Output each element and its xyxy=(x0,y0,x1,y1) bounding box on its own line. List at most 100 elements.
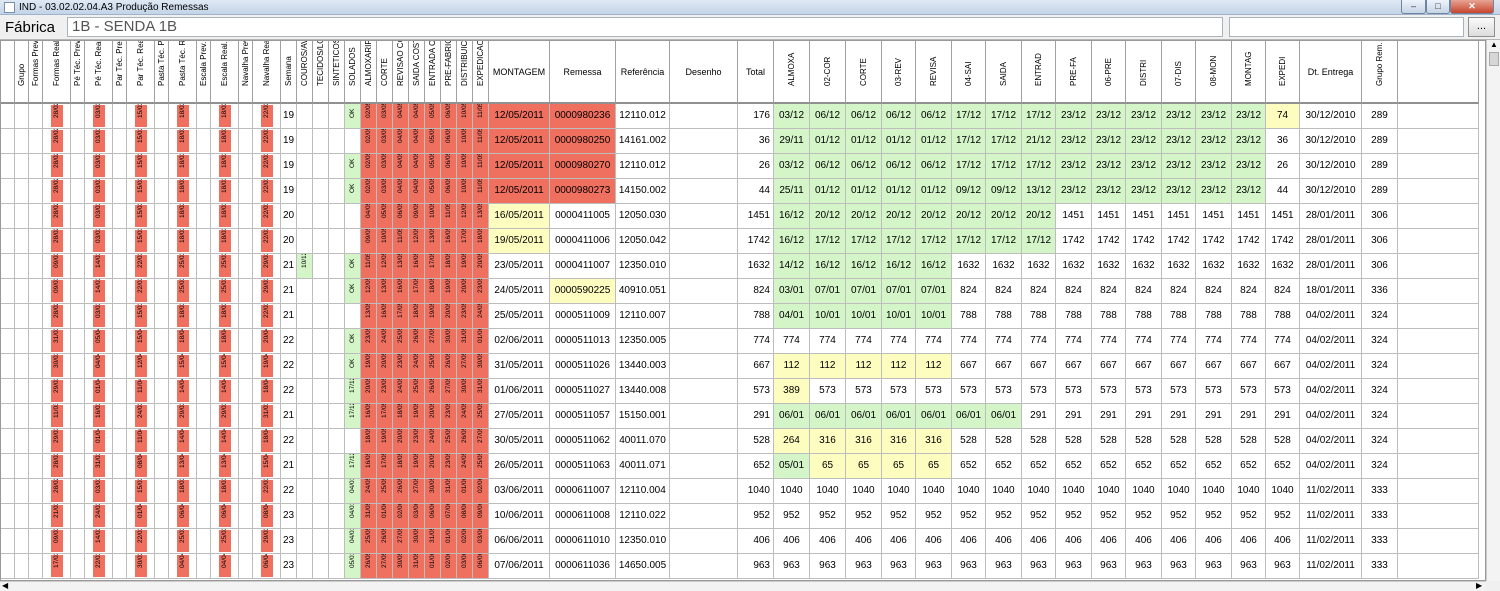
column-header[interactable]: EXPEDI xyxy=(1266,41,1300,104)
date-cell[interactable]: 03/05 xyxy=(377,154,393,179)
row-selector[interactable] xyxy=(1,554,15,579)
filler-cell[interactable] xyxy=(1398,454,1479,479)
stage-cell[interactable]: 23/12 xyxy=(1162,179,1196,204)
stage-cell[interactable]: 824 xyxy=(1022,279,1056,304)
date-cell[interactable]: 31/05 xyxy=(425,529,441,554)
prev-cell[interactable] xyxy=(113,529,127,554)
scroll-up-icon[interactable]: ▲ xyxy=(1490,40,1498,49)
date-cell[interactable]: 06/05 xyxy=(441,154,457,179)
date-cell[interactable] xyxy=(329,554,345,579)
row-selector[interactable] xyxy=(1,154,15,179)
stage-cell[interactable]: 14/12 xyxy=(774,254,810,279)
date-cell[interactable]: OK xyxy=(345,329,361,354)
stage-cell[interactable]: 23/12 xyxy=(1092,154,1126,179)
date-cell[interactable] xyxy=(297,304,313,329)
date-cell[interactable] xyxy=(329,479,345,504)
grupo-rem-cell[interactable]: 324 xyxy=(1362,304,1398,329)
real-cell[interactable]: 15/04 xyxy=(169,354,197,379)
montagem-cell[interactable]: 27/05/2011 xyxy=(489,404,550,429)
stage-cell[interactable]: 03/12 xyxy=(774,104,810,129)
stage-cell[interactable]: 25/11 xyxy=(774,179,810,204)
grupo-cell[interactable] xyxy=(15,479,29,504)
scroll-thumb[interactable] xyxy=(1489,52,1499,66)
stage-cell[interactable]: 17/12 xyxy=(882,229,916,254)
stage-cell[interactable]: 952 xyxy=(1232,504,1266,529)
date-cell[interactable]: 18/05 xyxy=(361,429,377,454)
date-cell[interactable]: 23/05 xyxy=(409,429,425,454)
stage-cell[interactable]: 01/12 xyxy=(916,129,952,154)
stage-cell[interactable]: 824 xyxy=(1056,279,1092,304)
grupo-cell[interactable] xyxy=(15,254,29,279)
stage-cell[interactable]: 528 xyxy=(1232,429,1266,454)
desenho-cell[interactable] xyxy=(670,229,738,254)
date-cell[interactable]: 17/05 xyxy=(393,304,409,329)
stage-cell[interactable]: 824 xyxy=(1196,279,1232,304)
stage-cell[interactable]: 06/12 xyxy=(810,104,846,129)
real-cell[interactable]: 15/03 xyxy=(127,179,155,204)
grupo-rem-cell[interactable]: 289 xyxy=(1362,154,1398,179)
grupo-rem-cell[interactable]: 324 xyxy=(1362,454,1398,479)
stage-cell[interactable]: 528 xyxy=(1162,429,1196,454)
stage-cell[interactable]: 316 xyxy=(846,429,882,454)
stage-cell[interactable]: 406 xyxy=(1162,529,1196,554)
prev-cell[interactable] xyxy=(113,229,127,254)
date-cell[interactable]: 16/05 xyxy=(361,454,377,479)
prev-cell[interactable] xyxy=(113,479,127,504)
table-row[interactable]: 28/02 03/03 15/03 18/03 18/03 22/03 22 04/01 24/… xyxy=(1,479,1479,504)
column-header[interactable]: DISTRI xyxy=(1126,41,1162,104)
prev-cell[interactable] xyxy=(29,429,43,454)
stage-cell[interactable]: 667 xyxy=(986,354,1022,379)
remessa-cell[interactable]: 0000411005 xyxy=(550,204,616,229)
table-row[interactable]: 11/03 16/03 24/03 29/03 29/03 31/03 21 17/12 16/… xyxy=(1,404,1479,429)
prev-cell[interactable] xyxy=(239,479,253,504)
date-cell[interactable]: 18/05 xyxy=(425,279,441,304)
real-cell[interactable]: 24/03 xyxy=(85,504,113,529)
stage-cell[interactable]: 20/12 xyxy=(916,204,952,229)
stage-cell[interactable]: 963 xyxy=(882,554,916,579)
prev-cell[interactable] xyxy=(71,529,85,554)
real-cell[interactable]: 03/03 xyxy=(85,129,113,154)
real-cell[interactable]: 28/02 xyxy=(43,129,71,154)
real-cell[interactable]: 15/03 xyxy=(127,104,155,129)
filler-cell[interactable] xyxy=(1398,554,1479,579)
prev-cell[interactable] xyxy=(71,129,85,154)
real-cell[interactable]: 22/03 xyxy=(127,529,155,554)
date-cell[interactable]: 12/05 xyxy=(409,229,425,254)
column-header[interactable]: Escala Real. xyxy=(211,41,239,104)
stage-cell[interactable]: 1451 xyxy=(1196,204,1232,229)
column-header[interactable]: 08-MON xyxy=(1196,41,1232,104)
date-cell[interactable] xyxy=(329,154,345,179)
real-cell[interactable]: 18/03 xyxy=(169,479,197,504)
prev-cell[interactable] xyxy=(239,304,253,329)
grupo-cell[interactable] xyxy=(15,554,29,579)
date-cell[interactable] xyxy=(313,354,329,379)
grupo-cell[interactable] xyxy=(15,304,29,329)
prev-cell[interactable] xyxy=(113,329,127,354)
column-header[interactable]: MONTAG xyxy=(1232,41,1266,104)
real-cell[interactable]: 09/03 xyxy=(43,529,71,554)
stage-cell[interactable]: 65 xyxy=(810,454,846,479)
stage-cell[interactable]: 23/12 xyxy=(1092,129,1126,154)
stage-cell[interactable]: 952 xyxy=(916,504,952,529)
total-cell[interactable]: 406 xyxy=(738,529,774,554)
stage-cell[interactable]: 17/12 xyxy=(810,229,846,254)
montagem-cell[interactable]: 12/05/2011 xyxy=(489,179,550,204)
date-cell[interactable]: 06/05 xyxy=(441,104,457,129)
stage-cell[interactable]: 112 xyxy=(882,354,916,379)
stage-cell[interactable]: 528 xyxy=(1022,429,1056,454)
date-cell[interactable] xyxy=(313,279,329,304)
date-cell[interactable]: 12/05 xyxy=(361,279,377,304)
semana-cell[interactable]: 22 xyxy=(281,354,297,379)
date-cell[interactable] xyxy=(313,104,329,129)
referencia-cell[interactable]: 12350.005 xyxy=(616,329,670,354)
stage-cell[interactable]: 03/12 xyxy=(774,154,810,179)
stage-cell[interactable]: 1742 xyxy=(1162,229,1196,254)
date-cell[interactable] xyxy=(329,179,345,204)
remessa-cell[interactable]: 0000511063 xyxy=(550,454,616,479)
entrega-cell[interactable]: 28/01/2011 xyxy=(1300,229,1362,254)
column-header[interactable]: Referência xyxy=(616,41,670,104)
date-cell[interactable] xyxy=(313,329,329,354)
stage-cell[interactable]: 774 xyxy=(952,329,986,354)
stage-cell[interactable]: 652 xyxy=(1022,454,1056,479)
montagem-cell[interactable]: 12/05/2011 xyxy=(489,129,550,154)
